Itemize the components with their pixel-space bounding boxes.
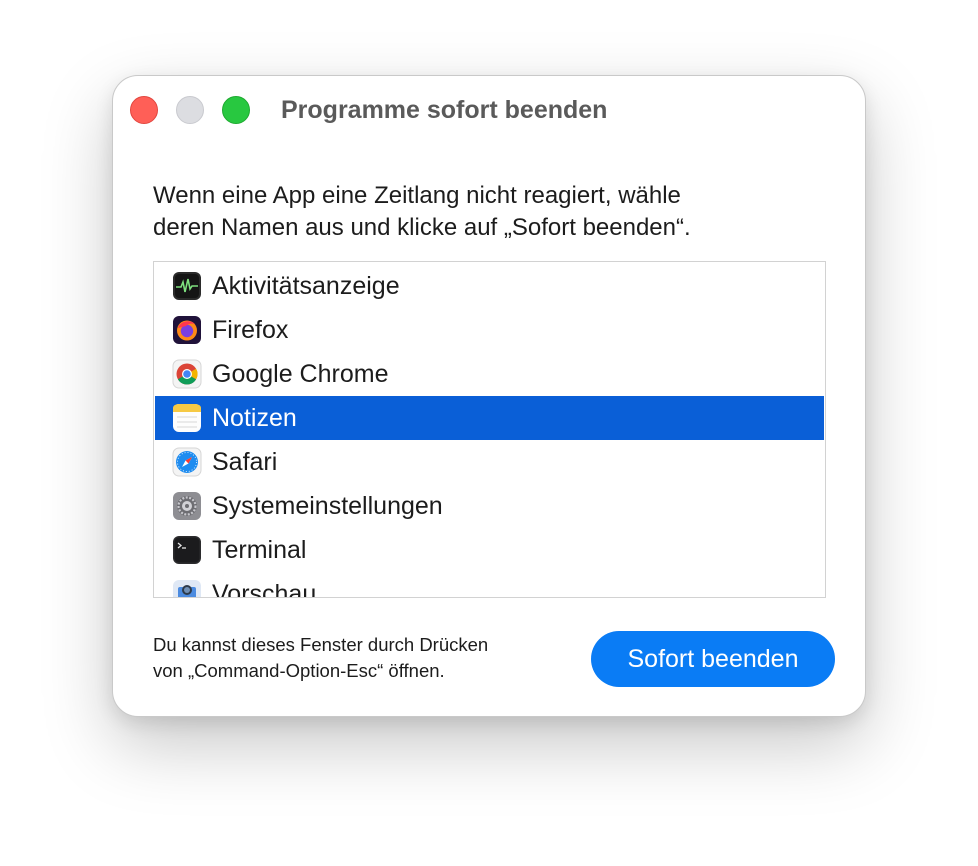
stage: Programme sofort beenden Wenn eine App e… bbox=[0, 0, 978, 866]
app-row-notes[interactable]: Notizen bbox=[155, 396, 824, 440]
zoom-window-button[interactable] bbox=[222, 96, 250, 124]
app-label: Notizen bbox=[212, 403, 297, 432]
system-settings-icon bbox=[173, 492, 201, 520]
app-row-chrome[interactable]: Google Chrome bbox=[155, 352, 824, 396]
chrome-icon bbox=[172, 359, 202, 389]
app-label: Aktivitätsanzeige bbox=[212, 271, 400, 300]
app-row-safari[interactable]: Safari bbox=[155, 440, 824, 484]
app-row-firefox[interactable]: Firefox bbox=[155, 308, 824, 352]
hint-line-2: von „Command-Option-Esc“ öffnen. bbox=[153, 660, 445, 681]
description-line-1: Wenn eine App eine Zeitlang nicht reagie… bbox=[153, 182, 681, 209]
app-row-terminal[interactable]: Terminal bbox=[155, 528, 824, 572]
notes-icon bbox=[173, 404, 201, 432]
app-label: Firefox bbox=[212, 315, 289, 344]
activity-monitor-icon bbox=[173, 272, 201, 300]
app-label: Terminal bbox=[212, 535, 307, 564]
minimize-window-button[interactable] bbox=[176, 96, 204, 124]
safari-icon bbox=[172, 447, 202, 477]
app-list[interactable]: Aktivitätsanzeige Firefox Google Chrome … bbox=[153, 261, 826, 598]
app-label: Google Chrome bbox=[212, 359, 389, 388]
description-line-2: deren Namen aus und klicke auf „Sofort b… bbox=[153, 214, 691, 241]
app-row-system-settings[interactable]: Systemeinstellungen bbox=[155, 484, 824, 528]
app-label: Systemeinstellungen bbox=[212, 491, 443, 520]
app-row-activity-monitor[interactable]: Aktivitätsanzeige bbox=[155, 264, 824, 308]
window-title: Programme sofort beenden bbox=[281, 96, 608, 124]
description: Wenn eine App eine Zeitlang nicht reagie… bbox=[153, 180, 793, 244]
force-quit-button[interactable]: Sofort beenden bbox=[591, 631, 835, 687]
terminal-icon bbox=[173, 536, 201, 564]
firefox-icon bbox=[173, 316, 201, 344]
shortcut-hint: Du kannst dieses Fenster durch Drücken v… bbox=[153, 632, 488, 684]
app-label: Vorschau bbox=[212, 579, 317, 598]
preview-icon bbox=[173, 580, 201, 597]
force-quit-window: Programme sofort beenden Wenn eine App e… bbox=[112, 75, 866, 717]
app-label: Safari bbox=[212, 447, 278, 476]
app-row-preview[interactable]: Vorschau bbox=[155, 572, 824, 598]
hint-line-1: Du kannst dieses Fenster durch Drücken bbox=[153, 634, 489, 655]
close-window-button[interactable] bbox=[130, 96, 158, 124]
